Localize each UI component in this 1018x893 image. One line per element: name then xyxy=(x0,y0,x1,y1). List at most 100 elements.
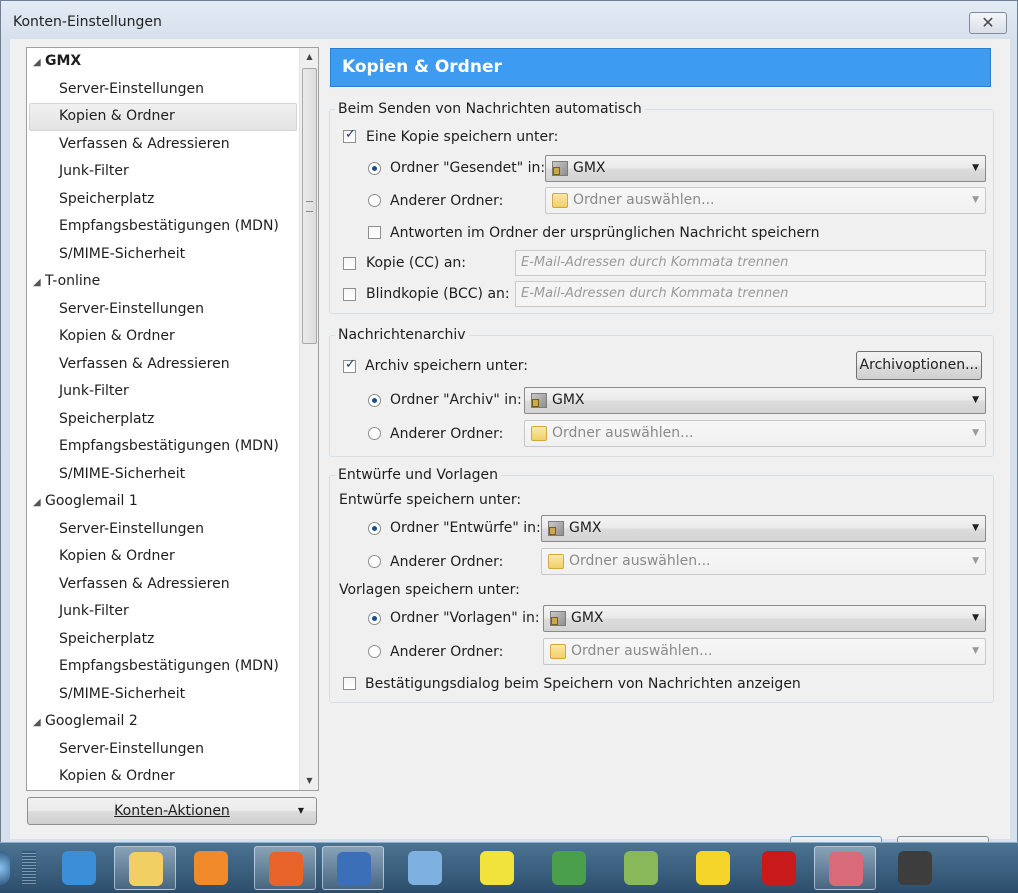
tree-item-label: Server-Einstellungen xyxy=(59,300,204,317)
taskbar-button[interactable] xyxy=(394,846,456,890)
cc-checkbox[interactable] xyxy=(343,257,356,270)
close-icon: ✕ xyxy=(981,13,995,32)
archive-checkbox[interactable] xyxy=(343,357,356,373)
tree-child-item[interactable]: Verfassen & Adressieren xyxy=(27,131,299,159)
tree-child-item[interactable]: S/MIME-Sicherheit xyxy=(27,241,299,269)
drafts-other-folder-radio[interactable] xyxy=(368,555,381,568)
close-button[interactable]: ✕ xyxy=(969,12,1007,34)
scroll-down-arrow-icon[interactable]: ▼ xyxy=(300,772,318,789)
expand-arrow-icon[interactable]: ◢ xyxy=(33,49,45,77)
tree-account-item[interactable]: ◢ Googlemail 2 xyxy=(27,708,299,736)
tree-child-item[interactable]: Speicherplatz xyxy=(27,406,299,434)
expand-arrow-icon[interactable]: ◢ xyxy=(33,269,45,297)
taskbar-button[interactable] xyxy=(884,846,946,890)
tree-account-item[interactable]: ◢ GMX xyxy=(27,48,299,76)
tree-account-item[interactable]: ◢ Googlemail 1 xyxy=(27,488,299,516)
tree-child-item[interactable]: Kopien & Ordner xyxy=(27,763,299,790)
start-orb-icon[interactable] xyxy=(0,851,10,885)
tree-child-item[interactable]: Server-Einstellungen xyxy=(27,516,299,544)
folder-drafts-radio[interactable] xyxy=(368,522,381,535)
moon-icon xyxy=(696,851,730,885)
tree-item-label: Verfassen & Adressieren xyxy=(59,575,230,592)
folder-templates-select[interactable]: GMX ▼ xyxy=(543,605,986,632)
tree-item-label: Server-Einstellungen xyxy=(59,740,204,757)
archive-options-button[interactable]: Archivoptionen... xyxy=(856,351,982,380)
folder-drafts-select[interactable]: GMX ▼ xyxy=(541,515,986,542)
drafts-other-folder-select[interactable]: Ordner auswählen... ▼ xyxy=(541,548,986,575)
taskbar-button[interactable] xyxy=(610,846,672,890)
expand-arrow-icon[interactable]: ◢ xyxy=(33,709,45,737)
archive-other-folder-select[interactable]: Ordner auswählen... ▼ xyxy=(524,420,986,447)
folder-drafts-value: GMX xyxy=(569,520,602,536)
archive-other-folder-radio[interactable] xyxy=(368,427,381,440)
scroll-up-arrow-icon[interactable]: ▲ xyxy=(300,48,318,65)
taskbar-button[interactable] xyxy=(48,846,110,890)
firefox-icon xyxy=(269,852,303,886)
taskbar-button[interactable] xyxy=(814,846,876,890)
taskbar-button[interactable] xyxy=(180,846,242,890)
cc-input[interactable]: E-Mail-Adressen durch Kommata trennen xyxy=(515,250,986,276)
other-folder-select[interactable]: Ordner auswählen... ▼ xyxy=(545,187,986,214)
tree-child-item[interactable]: Junk-Filter xyxy=(27,598,299,626)
tree-child-item[interactable]: Empfangsbestätigungen (MDN) xyxy=(27,213,299,241)
templates-other-folder-radio[interactable] xyxy=(368,645,381,658)
tree-child-item[interactable]: Server-Einstellungen xyxy=(27,296,299,324)
scissors-icon xyxy=(829,852,863,886)
drafts-group-title: Entwürfe und Vorlagen xyxy=(335,467,502,483)
tree-child-item[interactable]: Kopien & Ordner xyxy=(27,543,299,571)
folder-templates-radio[interactable] xyxy=(368,612,381,625)
folder-archive-radio[interactable] xyxy=(368,394,381,407)
tree-item-label: Speicherplatz xyxy=(59,190,155,207)
confirm-dialog-checkbox[interactable] xyxy=(343,677,356,690)
tree-item-label: Kopien & Ordner xyxy=(59,548,175,564)
konten-aktionen-label: Konten-Aktionen xyxy=(114,803,230,819)
tree-item-label: Speicherplatz xyxy=(59,630,155,647)
drafts-other-folder-label: Anderer Ordner: xyxy=(390,554,504,570)
tree-item-label: Speicherplatz xyxy=(59,410,155,427)
tree-child-item[interactable]: Junk-Filter xyxy=(27,158,299,186)
tree-item-label: Googlemail 2 xyxy=(45,713,138,729)
bcc-input[interactable]: E-Mail-Adressen durch Kommata trennen xyxy=(515,281,986,307)
folder-sent-select[interactable]: GMX ▼ xyxy=(545,155,986,182)
templates-other-folder-select[interactable]: Ordner auswählen... ▼ xyxy=(543,638,986,665)
grip-icon xyxy=(22,851,36,885)
tree-child-item[interactable]: Speicherplatz xyxy=(27,626,299,654)
taskbar-button[interactable] xyxy=(466,846,528,890)
filezilla-icon xyxy=(762,851,796,885)
tree-account-item[interactable]: ◢ T-online xyxy=(27,268,299,296)
reply-checkbox[interactable] xyxy=(368,226,381,239)
taskbar-button[interactable] xyxy=(748,846,810,890)
tree-child-item[interactable]: Empfangsbestätigungen (MDN) xyxy=(27,653,299,681)
other-folder-radio[interactable] xyxy=(368,194,381,207)
tree-child-item[interactable]: Empfangsbestätigungen (MDN) xyxy=(27,433,299,461)
tree-child-item[interactable]: Kopien & Ordner xyxy=(27,323,299,351)
tree-child-item[interactable]: Verfassen & Adressieren xyxy=(27,351,299,379)
expand-arrow-icon[interactable]: ◢ xyxy=(33,489,45,517)
templates-heading: Vorlagen speichern unter: xyxy=(339,582,520,598)
tree-child-item[interactable]: Server-Einstellungen xyxy=(27,76,299,104)
taskbar-button[interactable] xyxy=(538,846,600,890)
taskbar-button[interactable] xyxy=(254,846,316,890)
movie-icon xyxy=(898,851,932,885)
tree-scrollbar[interactable]: ▲ ▼ xyxy=(299,48,318,790)
tree-child-item[interactable]: Junk-Filter xyxy=(27,378,299,406)
konten-aktionen-button[interactable]: Konten-Aktionen ▼ xyxy=(27,797,317,825)
tree-child-item[interactable]: Speicherplatz xyxy=(27,186,299,214)
scrollbar-thumb[interactable] xyxy=(302,68,317,344)
tree-item-label: Server-Einstellungen xyxy=(59,80,204,97)
taskbar-button[interactable] xyxy=(682,846,744,890)
tree-child-item[interactable]: S/MIME-Sicherheit xyxy=(27,461,299,489)
reply-label: Antworten im Ordner der ursprünglichen N… xyxy=(390,225,820,241)
folder-drafts-label: Ordner "Entwürfe" in: xyxy=(390,520,541,536)
taskbar-button[interactable] xyxy=(322,846,384,890)
tree-child-item[interactable]: Server-Einstellungen xyxy=(27,736,299,764)
tree-child-item[interactable]: S/MIME-Sicherheit xyxy=(27,681,299,709)
bcc-checkbox[interactable] xyxy=(343,288,356,301)
taskbar-button[interactable] xyxy=(114,846,176,890)
tree-child-item[interactable]: Kopien & Ordner xyxy=(29,103,297,131)
tree-child-item[interactable]: Verfassen & Adressieren xyxy=(27,571,299,599)
folder-archive-select[interactable]: GMX ▼ xyxy=(524,387,986,414)
copy-checkbox[interactable] xyxy=(343,127,356,143)
folder-icon xyxy=(531,426,547,441)
folder-sent-radio[interactable] xyxy=(368,162,381,175)
